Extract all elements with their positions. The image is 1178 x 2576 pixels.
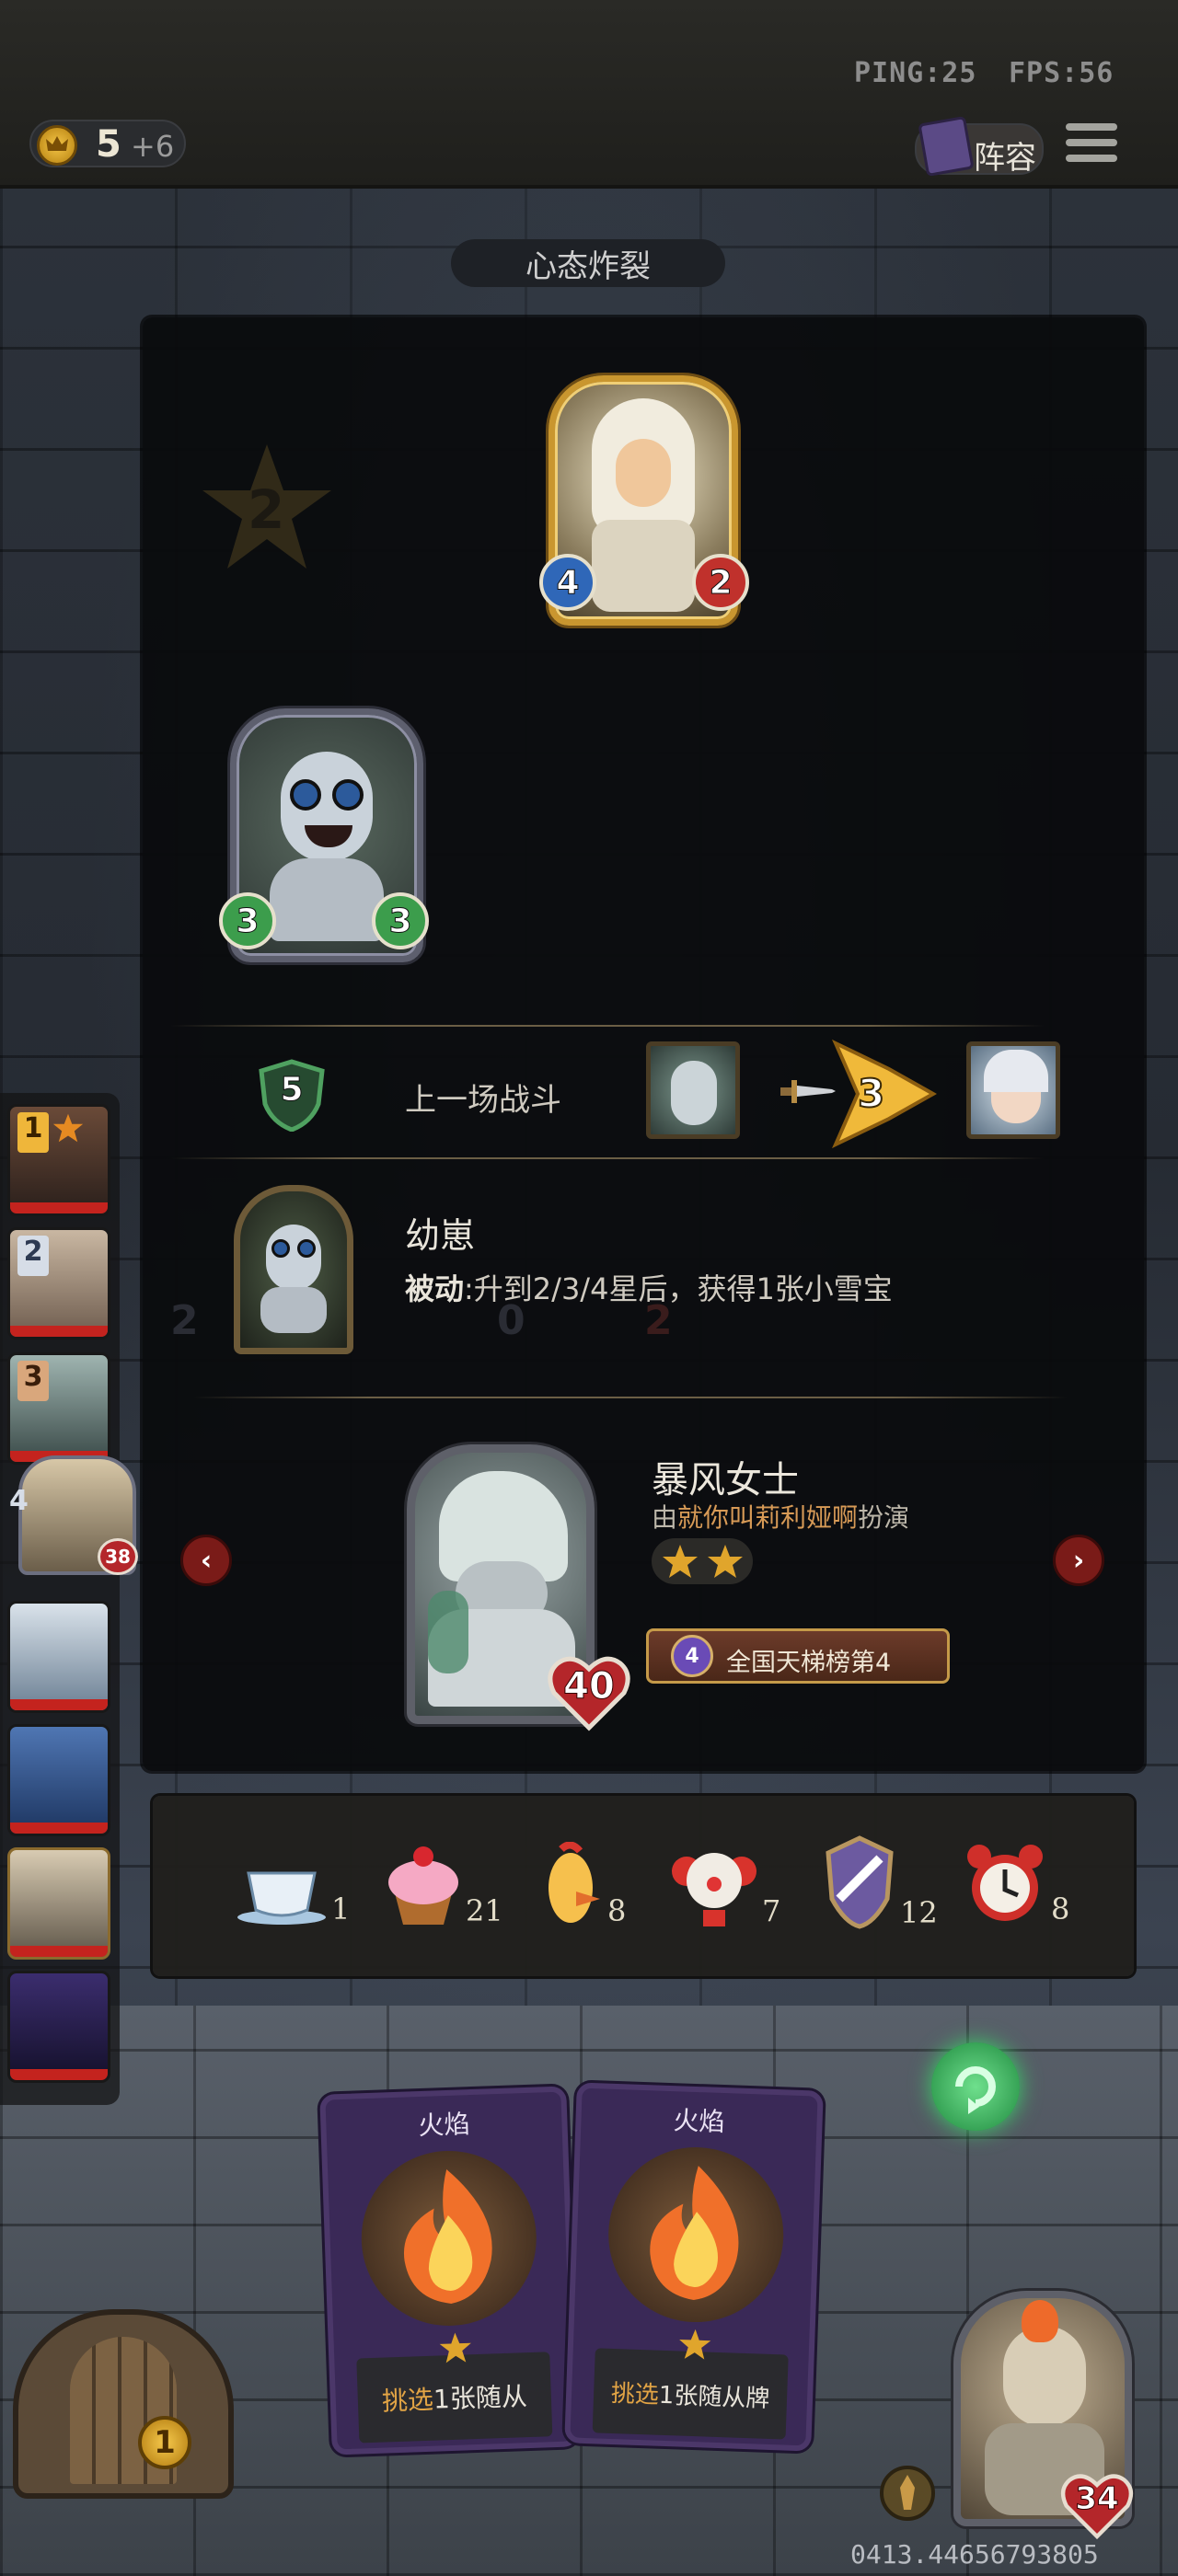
previous-arrow-button[interactable]: ‹	[180, 1535, 232, 1586]
item-slot[interactable]: 8	[539, 1842, 626, 1928]
hero-power-name: 幼崽	[405, 1215, 476, 1256]
item-slot[interactable]: 12	[823, 1834, 938, 1930]
item-slot[interactable]: 7	[670, 1844, 780, 1928]
clown-icon	[672, 1853, 756, 1926]
tavern-door[interactable]	[13, 2309, 234, 2499]
crown-coin-icon	[37, 125, 77, 166]
heart-icon: 34	[1058, 2466, 1136, 2543]
minion-health: 3	[372, 892, 429, 949]
rank-number: 4	[9, 1485, 29, 1517]
divider	[193, 1397, 1068, 1398]
hero-health: 34	[1075, 2480, 1119, 2518]
teacup-icon	[237, 1871, 326, 1925]
rank-number: 1	[17, 1112, 49, 1153]
sidebar-player-7[interactable]	[7, 1847, 110, 1960]
panel-title: 心态炸裂	[525, 247, 651, 285]
gold-counter: 5 +6	[29, 120, 186, 167]
book-icon	[918, 115, 975, 178]
shield-crest-icon	[826, 1835, 894, 1929]
minion-attack: 3	[219, 892, 276, 949]
alarm-clock-icon	[967, 1845, 1043, 1921]
fps-readout: FPS:56	[1009, 57, 1114, 89]
sidebar-player-5[interactable]	[7, 1601, 110, 1713]
card-description: 挑选 1张随从牌	[592, 2348, 789, 2440]
hero-power-button[interactable]	[880, 2466, 935, 2521]
discover-card[interactable]: 火焰 挑选 1张随从牌	[564, 2082, 824, 2452]
sidebar-player-4[interactable]: 4 38	[9, 1455, 138, 1575]
discover-card[interactable]: 火焰 挑选 1张随从	[319, 2086, 579, 2455]
menu-icon[interactable]	[1066, 123, 1117, 171]
chicken-icon	[549, 1842, 600, 1923]
flame-icon	[358, 2147, 540, 2329]
passive-keyword: 被动	[405, 1271, 465, 1306]
star-icon	[52, 1113, 84, 1143]
sidebar-player-2[interactable]: 2	[7, 1227, 110, 1340]
divider	[170, 1025, 1045, 1027]
rank-number: 3	[17, 1361, 49, 1401]
tier-star-watermark: 2	[198, 440, 336, 578]
rank-tier: 4	[671, 1635, 713, 1677]
lineup-button[interactable]: 阵容	[915, 115, 1044, 178]
sidebar-player-8[interactable]	[7, 1971, 110, 2083]
shield-icon: 5	[256, 1058, 328, 1133]
card-title: 火焰	[672, 2105, 726, 2138]
hero-power-description: 被动:升到2/3/4星后，获得1张小雪宝	[405, 1266, 893, 1308]
next-arrow-button[interactable]: ›	[1053, 1535, 1104, 1586]
last-battle-own-minion[interactable]	[646, 1041, 740, 1139]
lineup-label: 阵容	[974, 140, 1036, 177]
star-icon	[662, 1545, 698, 1578]
opponent-hero-name: 暴风女士	[652, 1459, 799, 1501]
card-title: 火焰	[417, 2109, 471, 2142]
goggle-right	[332, 779, 364, 811]
heart-icon: 40	[545, 1647, 633, 1735]
gold-income: +6	[131, 129, 175, 164]
minion-health: 2	[692, 554, 749, 611]
damage-star-icon: 3	[817, 1036, 938, 1152]
card-description: 挑选 1张随从	[356, 2352, 553, 2444]
divider	[170, 1157, 1045, 1159]
body-shape	[270, 858, 384, 941]
player-name[interactable]: 就你叫莉利娅啊	[677, 1502, 858, 1533]
hero-power-effect: :升到2/3/4星后，获得1张小雪宝	[464, 1271, 893, 1306]
footer-code: 0413.44656793805	[850, 2539, 1099, 2570]
rank-badge: 4 全国天梯榜第4	[646, 1628, 950, 1684]
star-rating	[652, 1538, 753, 1584]
played-by-line: 由就你叫莉利娅啊扮演	[652, 1502, 910, 1533]
sidebar-player-1[interactable]: 1	[7, 1104, 110, 1216]
cupcake-icon	[388, 1846, 458, 1925]
tavern-tier: 1	[138, 2416, 191, 2469]
ghost-stat: 2	[170, 1297, 199, 1344]
last-battle-label: 上一场战斗	[405, 1082, 561, 1119]
panel-title-tab: 心态炸裂	[451, 239, 725, 287]
goggle-left	[290, 779, 321, 811]
item-slot[interactable]: 21	[385, 1844, 503, 1928]
item-slot[interactable]: 8	[963, 1842, 1069, 1926]
opponent-health: 40	[563, 1665, 616, 1708]
refresh-icon[interactable]	[931, 2042, 1020, 2131]
minion-attack: 4	[539, 554, 596, 611]
rank-text: 全国天梯榜第4	[726, 1649, 892, 1677]
player-health: 38	[98, 1538, 138, 1575]
face-shape	[616, 439, 671, 507]
gold-amount: 5	[96, 123, 121, 166]
rank-number: 2	[17, 1236, 49, 1276]
sidebar-player-3[interactable]: 3	[7, 1352, 110, 1465]
sidebar-player-6[interactable]	[7, 1724, 110, 1836]
last-battle-opponent-hero[interactable]	[966, 1041, 1060, 1139]
ping-readout: PING:25	[854, 57, 977, 89]
flame-icon	[605, 2144, 787, 2326]
star-icon	[439, 2332, 471, 2363]
robe-shape	[592, 520, 695, 612]
hero-power-portrait[interactable]	[234, 1185, 353, 1354]
star-icon	[679, 2329, 711, 2360]
item-slot[interactable]: 1	[236, 1853, 350, 1926]
inventory-bar: 1 21 8 7 12 8	[153, 1796, 1134, 1976]
star-icon	[707, 1545, 743, 1578]
